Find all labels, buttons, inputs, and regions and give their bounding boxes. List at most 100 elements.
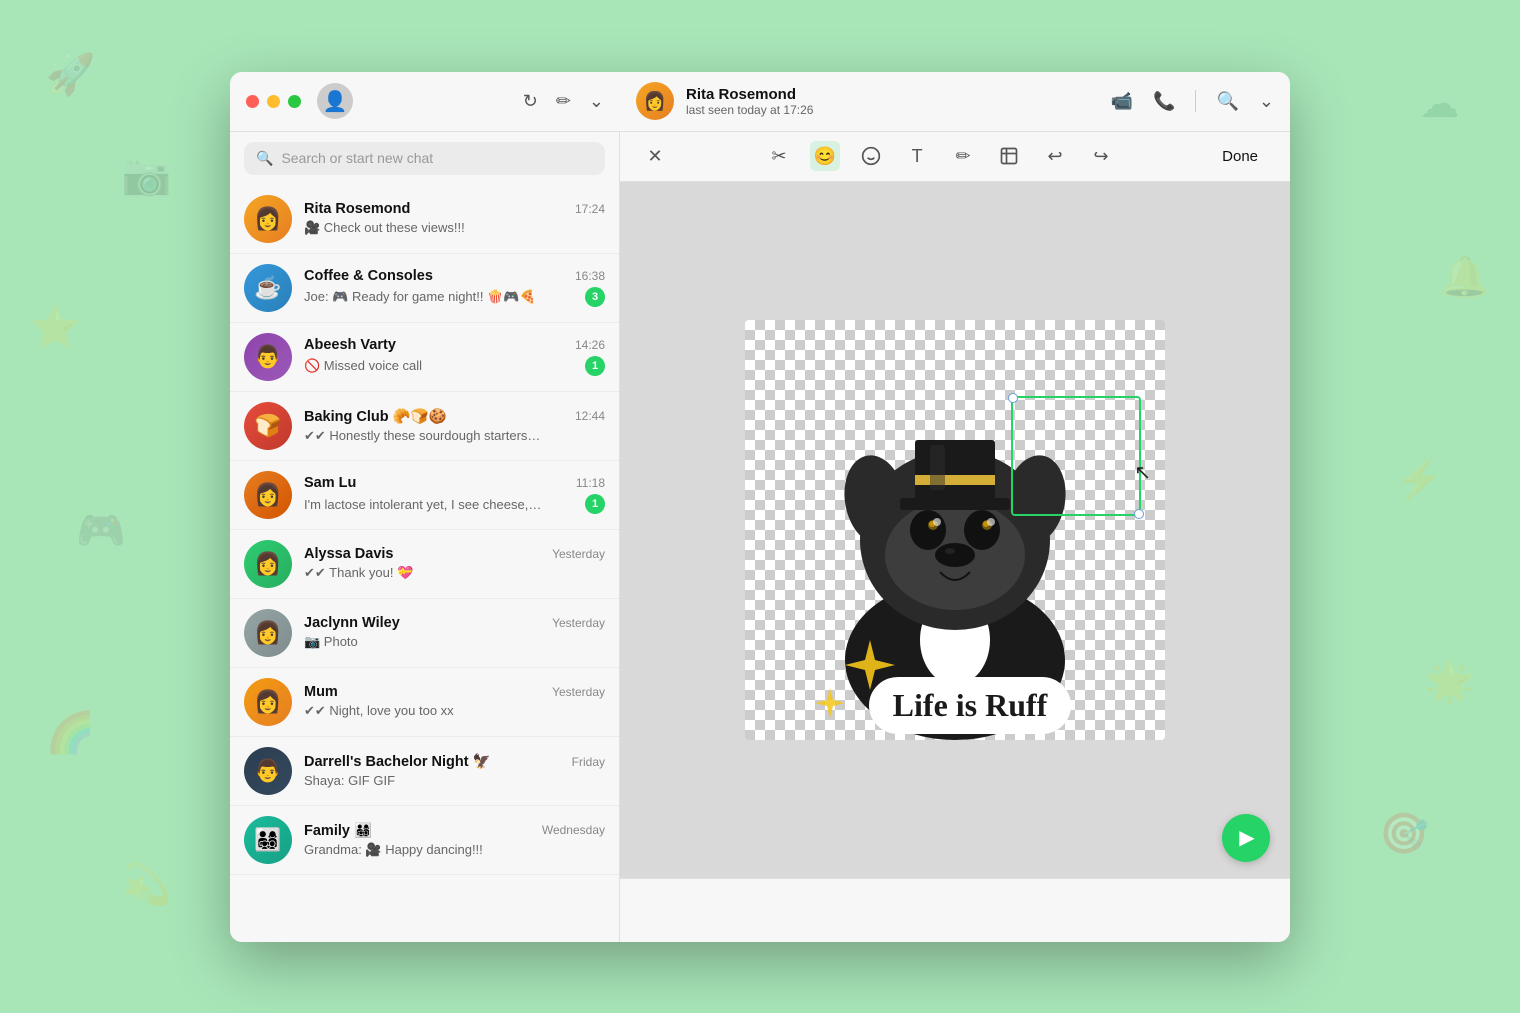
search-input[interactable] [281, 150, 593, 166]
chat-preview-alyssa: ✔✔ Thank you! 💝 [304, 565, 413, 581]
avatar-icon: 👤 [323, 89, 348, 114]
chat-preview-row-rita: 🎥 Check out these views!!! [304, 220, 605, 236]
sticker-canvas: Life is Ruff ↖ [745, 320, 1165, 740]
chat-preview-darrell: Shaya: GIF GIF [304, 773, 395, 788]
chat-item-darrell[interactable]: 👨 Darrell's Bachelor Night 🦅 Friday Shay… [230, 737, 619, 806]
chat-item-abeesh[interactable]: 👨 Abeesh Varty 14:26 🚫 Missed voice call… [230, 323, 619, 392]
chat-header-name: Rita Rosemond [686, 86, 1111, 103]
chat-name-abeesh: Abeesh Varty [304, 337, 396, 353]
cut-icon[interactable]: ✂ [764, 141, 794, 171]
send-button[interactable]: ▶ [1222, 814, 1270, 862]
chat-name-row-alyssa: Alyssa Davis Yesterday [304, 546, 605, 562]
search-input-wrap: 🔍 [244, 142, 605, 175]
chat-item-coffee[interactable]: ☕ Coffee & Consoles 16:38 Joe: 🎮 Ready f… [230, 254, 619, 323]
chat-time-darrell: Friday [572, 755, 605, 769]
more-options-icon[interactable]: ⌄ [1259, 91, 1274, 112]
chat-item-alyssa[interactable]: 👩 Alyssa Davis Yesterday ✔✔ Thank you! 💝 [230, 530, 619, 599]
chat-info-family: Family 👨‍👩‍👧‍👦 Wednesday Grandma: 🎥 Happ… [304, 822, 605, 858]
chat-header-status: last seen today at 17:26 [686, 103, 1111, 117]
compose-icon[interactable]: ✏ [556, 91, 571, 112]
close-button[interactable] [246, 95, 259, 108]
chat-item-sam[interactable]: 👩 Sam Lu 11:18 I'm lactose intolerant ye… [230, 461, 619, 530]
chat-preview-mum: ✔✔ Night, love you too xx [304, 703, 454, 719]
header-divider [1195, 90, 1196, 112]
chat-avatar-jaclynn: 👩 [244, 609, 292, 657]
text-tool-icon[interactable]: T [902, 141, 932, 171]
chat-name-row-mum: Mum Yesterday [304, 684, 605, 700]
chat-avatar-rita: 👩 [244, 195, 292, 243]
chat-time-jaclynn: Yesterday [552, 616, 605, 630]
chat-name-sam: Sam Lu [304, 475, 356, 491]
crop-icon[interactable] [994, 141, 1024, 171]
chat-info-baking: Baking Club 🥐🍞🍪 12:44 ✔✔ Honestly these … [304, 408, 605, 444]
svg-text:Life is Ruff: Life is Ruff [893, 687, 1048, 723]
chat-item-baking[interactable]: 🍞 Baking Club 🥐🍞🍪 12:44 ✔✔ Honestly thes… [230, 392, 619, 461]
chat-name-row-jaclynn: Jaclynn Wiley Yesterday [304, 615, 605, 631]
chat-preview-row-alyssa: ✔✔ Thank you! 💝 [304, 565, 605, 581]
chat-item-family[interactable]: 👨‍👩‍👧‍👦 Family 👨‍👩‍👧‍👦 Wednesday Grandma… [230, 806, 619, 875]
chat-name-row-family: Family 👨‍👩‍👧‍👦 Wednesday [304, 822, 605, 839]
chat-list: 👩 Rita Rosemond 17:24 🎥 Check out these … [230, 185, 619, 942]
chat-name-baking: Baking Club 🥐🍞🍪 [304, 408, 447, 425]
unread-badge-sam: 1 [585, 494, 605, 514]
refresh-icon[interactable]: ↻ [523, 91, 538, 112]
main-content: 🔍 👩 Rita Rosemond 17:24 🎥 Check out thes… [230, 132, 1290, 942]
chat-time-coffee: 16:38 [575, 269, 605, 283]
chat-preview-row-mum: ✔✔ Night, love you too xx [304, 703, 605, 719]
chat-name-alyssa: Alyssa Davis [304, 546, 393, 562]
chat-name-row-baking: Baking Club 🥐🍞🍪 12:44 [304, 408, 605, 425]
chat-item-jaclynn[interactable]: 👩 Jaclynn Wiley Yesterday 📷 Photo [230, 599, 619, 668]
chat-header-info: Rita Rosemond last seen today at 17:26 [686, 86, 1111, 117]
chevron-down-icon[interactable]: ⌄ [589, 91, 604, 112]
chat-time-rita: 17:24 [575, 202, 605, 216]
chat-preview-rita: 🎥 Check out these views!!! [304, 220, 465, 236]
chat-preview-coffee: Joe: 🎮 Ready for game night!! 🍿🎮🍕 [304, 289, 536, 305]
search-icon: 🔍 [256, 150, 273, 167]
maximize-button[interactable] [288, 95, 301, 108]
close-editor-icon[interactable]: ✕ [640, 141, 670, 171]
chat-avatar-mum: 👩 [244, 678, 292, 726]
sparkle-selection-box[interactable] [1011, 396, 1141, 516]
sticker-tool-icon[interactable] [856, 141, 886, 171]
minimize-button[interactable] [267, 95, 280, 108]
redo-icon[interactable]: ↪ [1086, 141, 1116, 171]
chat-avatar-abeesh: 👨 [244, 333, 292, 381]
chat-name-mum: Mum [304, 684, 338, 700]
chat-name-darrell: Darrell's Bachelor Night 🦅 [304, 753, 491, 770]
chat-preview-baking: ✔✔ Honestly these sourdough starters are… [304, 428, 544, 444]
chat-time-alyssa: Yesterday [552, 547, 605, 561]
chat-name-coffee: Coffee & Consoles [304, 268, 433, 284]
chat-preview-row-coffee: Joe: 🎮 Ready for game night!! 🍿🎮🍕 3 [304, 287, 605, 307]
chat-info-sam: Sam Lu 11:18 I'm lactose intolerant yet,… [304, 475, 605, 514]
chat-time-baking: 12:44 [575, 409, 605, 423]
chat-item-rita[interactable]: 👩 Rita Rosemond 17:24 🎥 Check out these … [230, 185, 619, 254]
voice-call-icon[interactable]: 📞 [1153, 91, 1175, 112]
chat-preview-row-darrell: Shaya: GIF GIF [304, 773, 605, 788]
chat-info-jaclynn: Jaclynn Wiley Yesterday 📷 Photo [304, 615, 605, 650]
done-button[interactable]: Done [1210, 142, 1270, 171]
chat-info-rita: Rita Rosemond 17:24 🎥 Check out these vi… [304, 201, 605, 236]
chat-time-abeesh: 14:26 [575, 338, 605, 352]
chat-preview-row-family: Grandma: 🎥 Happy dancing!!! [304, 842, 605, 858]
chat-name-row-sam: Sam Lu 11:18 [304, 475, 605, 491]
undo-icon[interactable]: ↩ [1040, 141, 1070, 171]
chat-area: ✕ ✂ 😊 T ✏ [620, 132, 1290, 942]
chat-info-alyssa: Alyssa Davis Yesterday ✔✔ Thank you! 💝 [304, 546, 605, 581]
user-avatar[interactable]: 👤 [317, 83, 353, 119]
selection-handle-bottom-right[interactable] [1134, 509, 1144, 519]
chat-avatar-darrell: 👨 [244, 747, 292, 795]
video-call-icon[interactable]: 📹 [1111, 91, 1133, 112]
search-chat-icon[interactable]: 🔍 [1216, 91, 1238, 112]
sidebar: 🔍 👩 Rita Rosemond 17:24 🎥 Check out thes… [230, 132, 620, 942]
selection-handle-top-left[interactable] [1008, 393, 1018, 403]
app-window: 👤 ↻ ✏ ⌄ 👩 Rita Rosemond last seen today … [230, 72, 1290, 942]
chat-name-jaclynn: Jaclynn Wiley [304, 615, 400, 631]
draw-icon[interactable]: ✏ [948, 141, 978, 171]
chat-avatar-sam: 👩 [244, 471, 292, 519]
emoji-icon[interactable]: 😊 [810, 141, 840, 171]
chat-preview-abeesh: 🚫 Missed voice call [304, 358, 422, 374]
chat-item-mum[interactable]: 👩 Mum Yesterday ✔✔ Night, love you too x… [230, 668, 619, 737]
chat-avatar-alyssa: 👩 [244, 540, 292, 588]
title-bar: 👤 ↻ ✏ ⌄ 👩 Rita Rosemond last seen today … [230, 72, 1290, 132]
message-input-area [620, 878, 1290, 942]
